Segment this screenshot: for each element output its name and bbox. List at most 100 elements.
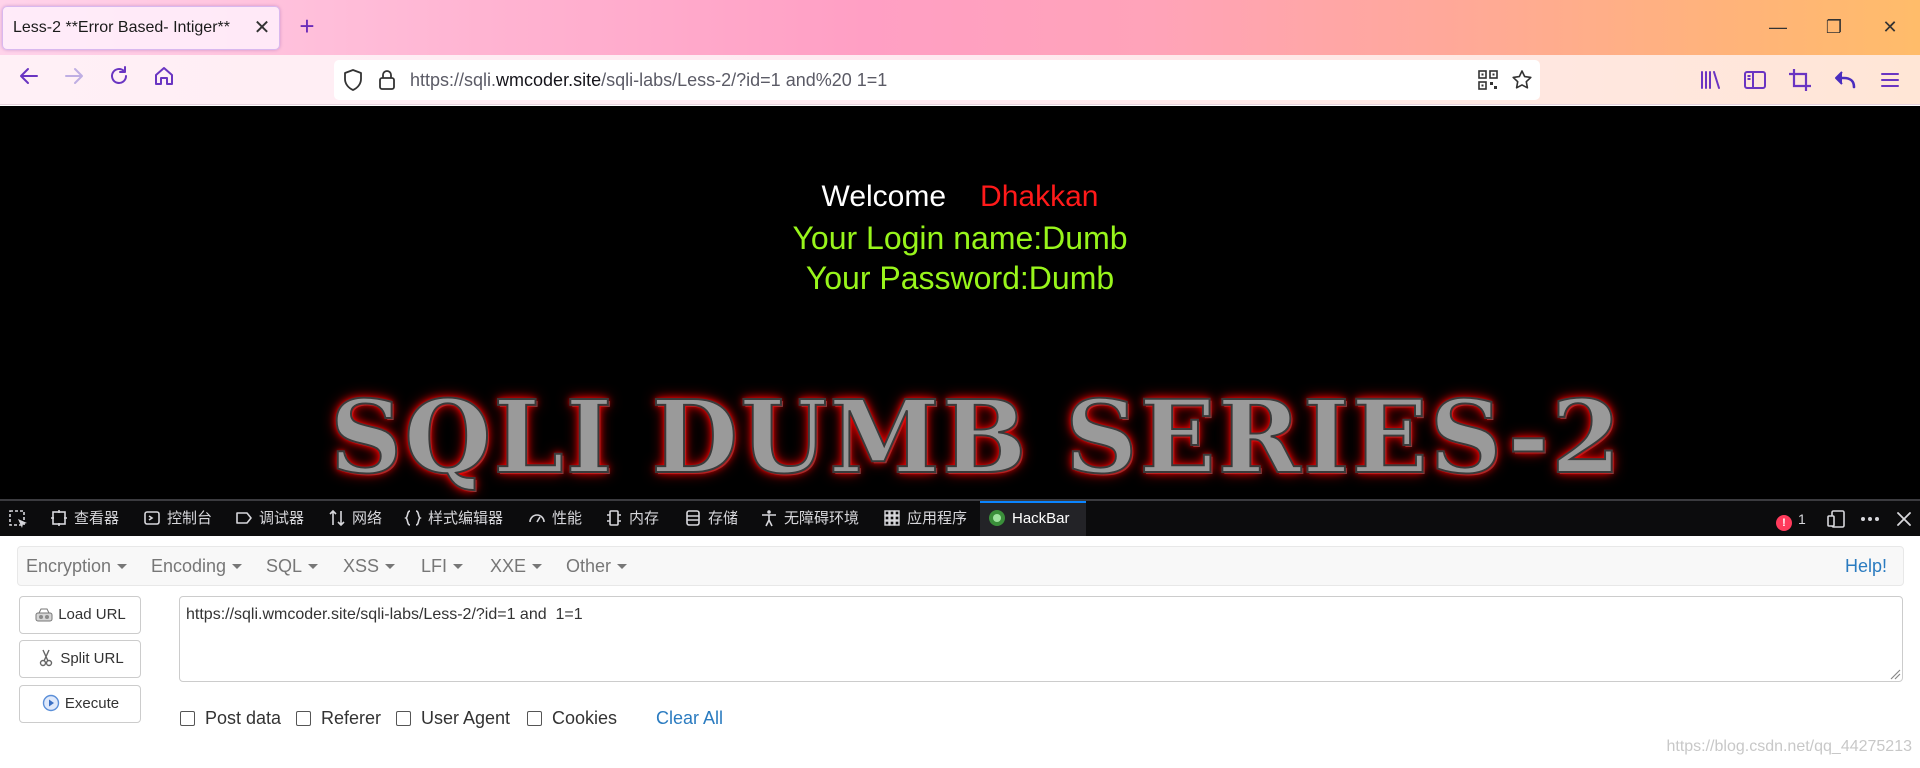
devtools-tab-debugger[interactable]: 调试器 (235, 501, 304, 536)
hackbar-menu: Encryption Encoding SQL XSS LFI XXE Othe… (17, 546, 1904, 586)
split-url-button[interactable]: Split URL (19, 640, 141, 678)
menu-lfi[interactable]: LFI (421, 547, 464, 585)
clear-all-link[interactable]: Clear All (656, 706, 723, 730)
devtools-tab-memory[interactable]: 内存 (605, 501, 659, 536)
element-picker-icon[interactable] (8, 509, 30, 531)
execute-label: Execute (64, 695, 120, 712)
devtools-tab-console[interactable]: 控制台 (143, 501, 212, 536)
caret-down-icon (117, 564, 128, 569)
reload-button[interactable] (102, 64, 136, 96)
sidebar-icon[interactable] (1740, 65, 1770, 95)
close-devtools-icon[interactable] (1893, 508, 1915, 530)
devtools-tab-label: 网络 (352, 510, 383, 527)
devtools-toolbar: 查看器 控制台 调试器 网络 样式编辑器 性能 内存 存储 无障碍环境 应用程序 HackBar !… (0, 499, 1920, 536)
menu-xxe[interactable]: XXE (490, 547, 543, 585)
home-icon (155, 67, 173, 85)
url-text[interactable]: https://sqli.wmcoder.site/sqli-labs/Less… (410, 70, 887, 91)
cookies-checkbox[interactable]: Cookies (527, 706, 617, 730)
performance-icon (529, 514, 545, 523)
referer-checkbox[interactable]: Referer (296, 706, 381, 730)
checkbox-box[interactable] (527, 711, 542, 726)
browser-titlebar: Less-2 **Error Based- Intiger** ✕ + — ❐ … (0, 0, 1920, 55)
devtools-tab-label: 内存 (629, 510, 660, 527)
menu-label: XXE (490, 556, 527, 576)
hamburger-menu-icon[interactable] (1875, 65, 1905, 95)
network-icon (329, 509, 345, 527)
caret-down-icon (232, 564, 243, 569)
play-icon (42, 694, 60, 712)
login-name-line: Your Login name:Dumb (792, 220, 1128, 256)
menu-label: Encoding (151, 556, 227, 576)
more-options-icon[interactable] (1859, 508, 1881, 530)
checkbox-box[interactable] (296, 711, 311, 726)
lock-icon[interactable] (374, 67, 400, 93)
close-window-button[interactable]: ✕ (1872, 12, 1908, 42)
url-textarea[interactable]: https://sqli.wmcoder.site/sqli-labs/Less… (179, 596, 1903, 682)
application-icon (884, 510, 900, 526)
tab-close-icon[interactable]: ✕ (251, 15, 273, 41)
caret-down-icon (532, 564, 543, 569)
menu-xss[interactable]: XSS (343, 547, 396, 585)
load-url-icon (35, 608, 53, 622)
help-link[interactable]: Help! (1845, 547, 1887, 585)
devtools-tab-inspector[interactable]: 查看器 (50, 501, 119, 536)
caret-down-icon (308, 564, 319, 569)
error-count-badge[interactable]: ! 1 (1776, 509, 1806, 531)
checkbox-box[interactable] (180, 711, 195, 726)
load-url-label: Load URL (58, 606, 126, 623)
scissors-icon (40, 649, 53, 667)
crop-screenshot-icon[interactable] (1785, 65, 1815, 95)
devtools-tab-application[interactable]: 应用程序 (883, 501, 967, 536)
devtools-tab-style-editor[interactable]: 样式编辑器 (404, 501, 503, 536)
load-url-button[interactable]: Load URL (19, 596, 141, 634)
home-button[interactable] (147, 64, 181, 96)
menu-label: LFI (421, 556, 448, 576)
menu-other[interactable]: Other (566, 547, 628, 585)
devtools-tab-label: 控制台 (167, 510, 213, 527)
console-icon (144, 511, 160, 525)
menu-encryption[interactable]: Encryption (26, 547, 128, 585)
qr-code-icon[interactable] (1476, 68, 1500, 92)
back-arrow-icon (20, 68, 38, 84)
tab-active[interactable]: Less-2 **Error Based- Intiger** ✕ (2, 6, 280, 50)
devtools-tab-performance[interactable]: 性能 (528, 501, 582, 536)
password-line: Your Password:Dumb (805, 260, 1115, 296)
navigation-toolbar: https://sqli.wmcoder.site/sqli-labs/Less… (0, 55, 1920, 105)
caret-down-icon (453, 564, 464, 569)
reload-icon (111, 66, 127, 84)
new-tab-button[interactable]: + (294, 12, 320, 42)
user-agent-checkbox[interactable]: User Agent (396, 706, 510, 730)
post-data-checkbox[interactable]: Post data (180, 706, 281, 730)
responsive-design-icon[interactable] (1826, 508, 1848, 530)
resize-grip-icon[interactable] (1887, 666, 1901, 680)
undo-arrow-icon[interactable] (1830, 65, 1860, 95)
menu-sql[interactable]: SQL (266, 547, 319, 585)
url-bar[interactable]: https://sqli.wmcoder.site/sqli-labs/Less… (334, 60, 1540, 100)
tracking-shield-icon[interactable] (340, 67, 366, 93)
page-content: Welcome Dhakkan Your Login name:Dumb Your… (0, 106, 1920, 499)
devtools-tab-storage[interactable]: 存储 (684, 501, 738, 536)
welcome-line: Welcome Dhakkan (0, 180, 1920, 214)
back-button[interactable] (12, 64, 46, 96)
devtools-tab-label: 样式编辑器 (428, 510, 504, 527)
caret-down-icon (385, 564, 396, 569)
forward-button[interactable] (57, 64, 91, 96)
checkbox-box[interactable] (396, 711, 411, 726)
devtools-tab-label: 存储 (708, 510, 739, 527)
menu-encoding[interactable]: Encoding (151, 547, 243, 585)
library-icon[interactable] (1695, 65, 1725, 95)
url-path: /sqli-labs/Less-2/?id=1 and%20 1=1 (601, 70, 888, 90)
star-bookmark-icon[interactable] (1510, 68, 1534, 92)
inspector-icon (51, 510, 67, 526)
devtools-tab-hackbar[interactable]: HackBar (980, 501, 1086, 536)
hackbar-icon (989, 510, 1005, 526)
execute-button[interactable]: Execute (19, 685, 141, 723)
devtools-tab-label: 性能 (552, 510, 583, 527)
devtools-tab-network[interactable]: 网络 (328, 501, 382, 536)
sqli-banner-image: SQLI DUMB SERIES-2 (329, 378, 1623, 496)
welcome-name: Dhakkan (980, 180, 1099, 213)
devtools-tab-accessibility[interactable]: 无障碍环境 (760, 501, 859, 536)
minimize-button[interactable]: — (1760, 12, 1796, 42)
restore-button[interactable]: ❐ (1816, 12, 1852, 42)
style-editor-icon (404, 510, 422, 526)
